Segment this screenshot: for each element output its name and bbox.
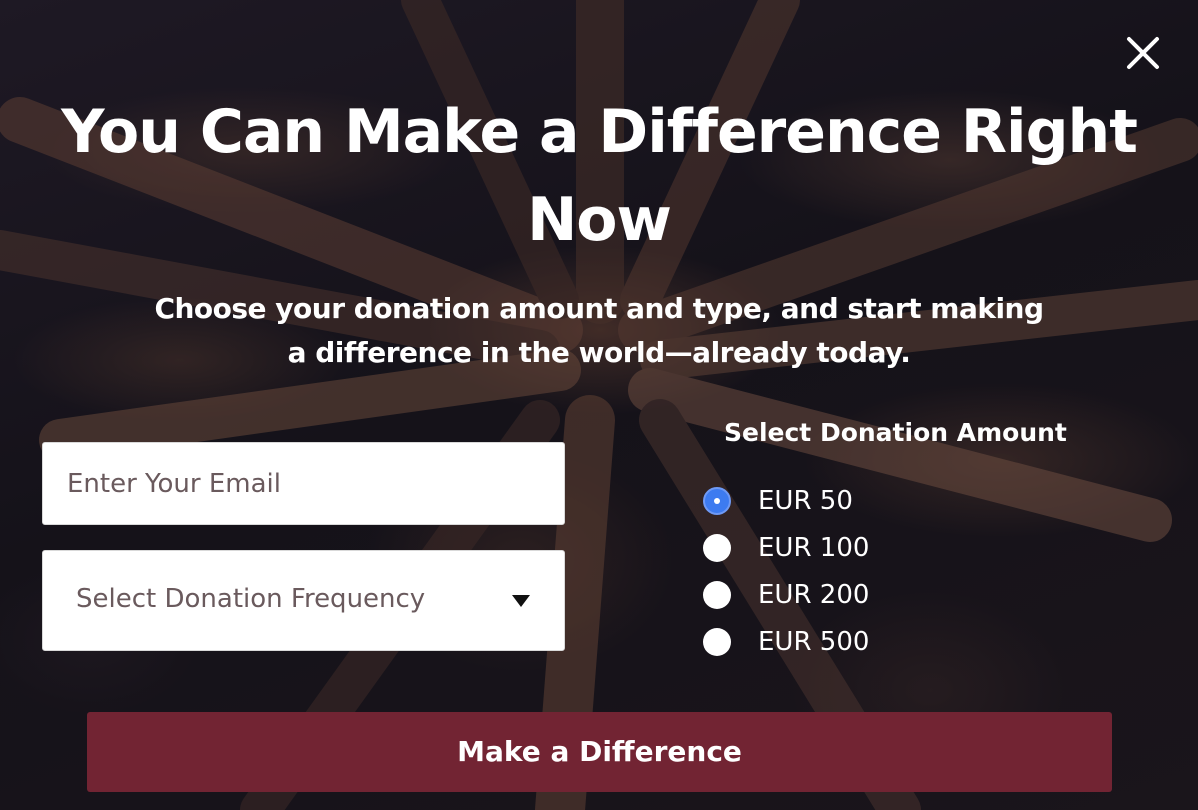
caret-down-icon	[512, 595, 530, 607]
close-button[interactable]	[1124, 34, 1162, 72]
donation-popup: You Can Make a Difference Right Now Choo…	[0, 0, 1198, 810]
make-a-difference-button[interactable]: Make a Difference	[87, 712, 1112, 792]
amount-label: EUR 200	[758, 580, 870, 610]
amount-label: EUR 500	[758, 627, 870, 657]
email-field[interactable]	[42, 442, 565, 525]
donation-frequency-select[interactable]: Select Donation Frequency	[42, 550, 565, 651]
radio-button[interactable]	[703, 534, 731, 562]
amount-label: EUR 50	[758, 486, 853, 516]
close-icon	[1127, 37, 1159, 69]
radio-button-selected[interactable]	[703, 487, 731, 515]
donation-amount-title: Select Donation Amount	[724, 418, 1067, 447]
popup-headline: You Can Make a Difference Right Now	[61, 97, 1138, 255]
frequency-select-value: Select Donation Frequency	[76, 584, 426, 614]
amount-label: EUR 100	[758, 533, 870, 563]
popup-subhead: Choose your donation amount and type, an…	[154, 292, 1044, 369]
radio-button[interactable]	[703, 581, 731, 609]
radio-button[interactable]	[703, 628, 731, 656]
